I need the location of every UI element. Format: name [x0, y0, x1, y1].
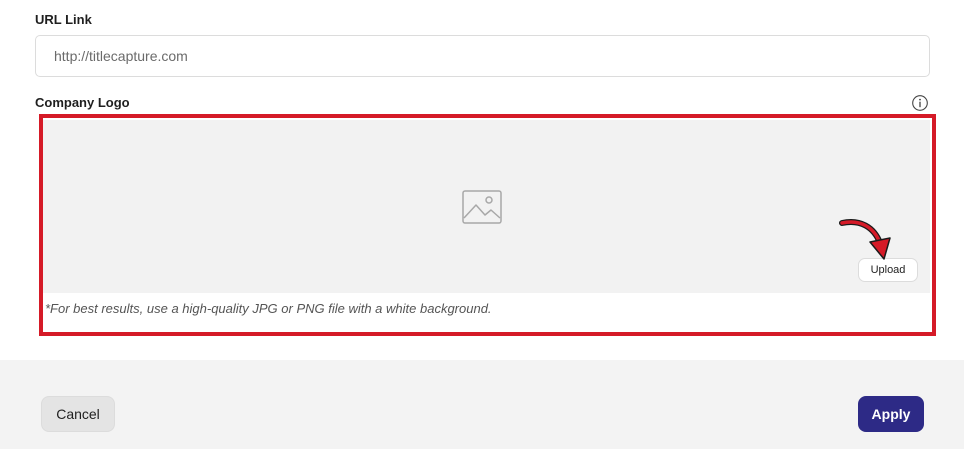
- curved-arrow-icon: [839, 219, 891, 260]
- dialog-footer: Cancel Apply: [0, 360, 964, 449]
- url-link-label: URL Link: [35, 12, 92, 27]
- company-logo-label: Company Logo: [35, 95, 130, 110]
- info-circle-icon[interactable]: [911, 94, 929, 112]
- url-link-input[interactable]: [35, 35, 930, 77]
- cancel-button[interactable]: Cancel: [41, 396, 115, 432]
- highlight-annotation-box: [39, 114, 936, 336]
- apply-button[interactable]: Apply: [858, 396, 924, 432]
